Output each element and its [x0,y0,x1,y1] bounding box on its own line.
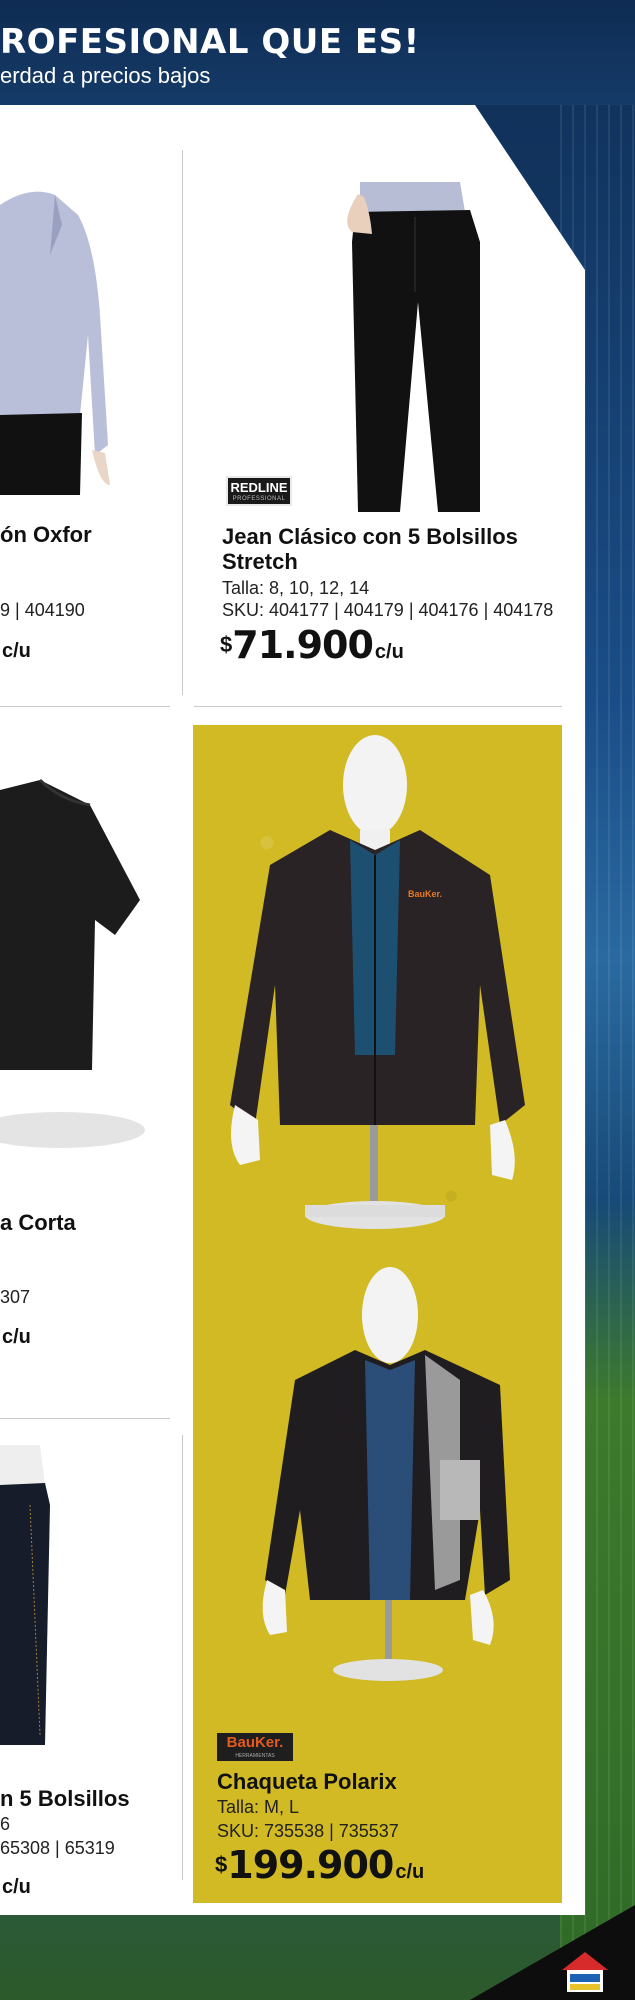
row-divider [0,706,170,707]
tshirt-price-unit: c/u [2,1326,31,1348]
column-divider [182,150,183,695]
header-banner: ROFESIONAL QUE ES! erdad a precios bajos [0,0,635,105]
chaqueta-price-amount: 199.900 [227,1843,394,1887]
page-subtitle: erdad a precios bajos [0,63,211,88]
jean-stretch-price-amount: 71.900 [232,623,374,667]
chaqueta-front-image[interactable]: BauKer. [220,725,530,1245]
jean-left-product-name: n 5 Bolsillos [0,1786,130,1811]
jean-stretch-price: $71.900 c/u [220,623,404,667]
jean-stretch-talla: Talla: 8, 10, 12, 14 [222,578,370,598]
jean-left-price-unit: c/u [2,1876,31,1898]
chaqueta-talla: Talla: M, L [217,1797,300,1817]
oxford-price-unit: c/u [2,640,31,662]
row-divider [0,1418,170,1419]
jean-left-price: c/u [0,1876,31,1899]
oxford-product-name: ón Oxfor [0,522,92,547]
jacket-logo-text: BauKer. [408,889,442,899]
redline-brand-logo: REDLINE PROFESSIONAL [226,476,292,506]
jean-stretch-price-unit: c/u [374,641,404,663]
jean-stretch-currency: $ [220,632,233,657]
jean-left-image[interactable] [0,1445,60,1745]
chaqueta-price: $199.900 c/u [215,1843,424,1887]
row-divider [194,706,562,707]
oxford-shirt-image[interactable] [0,185,115,495]
jean-left-talla: 6 [0,1814,11,1834]
tshirt-price: c/u [0,1326,31,1349]
oxford-price: c/u [0,640,31,663]
redline-brand-subtext: PROFESSIONAL [232,496,286,502]
tshirt-image[interactable] [0,770,145,1150]
chaqueta-product-name: Chaqueta Polarix [217,1769,397,1794]
bauker-brand-logo: BauKer. HERRAMIENTAS [217,1733,293,1761]
chaqueta-currency: $ [215,1852,228,1877]
bauker-brand-text: BauKer. [226,1734,284,1751]
redline-brand-text: REDLINE [230,480,288,495]
jean-stretch-image[interactable] [330,182,500,512]
chaqueta-price-unit: c/u [395,1861,425,1883]
jean-stretch-name-line2: Stretch [222,549,298,574]
tshirt-sku: 307 [0,1287,31,1307]
home-logo-icon[interactable] [560,1950,610,1994]
tshirt-product-name: a Corta [0,1210,76,1235]
column-divider [182,1435,183,1880]
page-title: ROFESIONAL QUE ES! [0,22,420,62]
chaqueta-sku: SKU: 735538 | 735537 [217,1821,399,1841]
oxford-sku: 9 | 404190 [0,600,85,620]
jean-stretch-name-line1: Jean Clásico con 5 Bolsillos [222,524,518,549]
chaqueta-open-image[interactable] [255,1260,515,1700]
corner-decoration [470,1905,635,2000]
bauker-brand-subtext: HERRAMIENTAS [235,1753,275,1759]
jean-stretch-sku: SKU: 404177 | 404179 | 404176 | 404178 [222,600,554,620]
jean-left-sku: 65308 | 65319 [0,1838,115,1858]
